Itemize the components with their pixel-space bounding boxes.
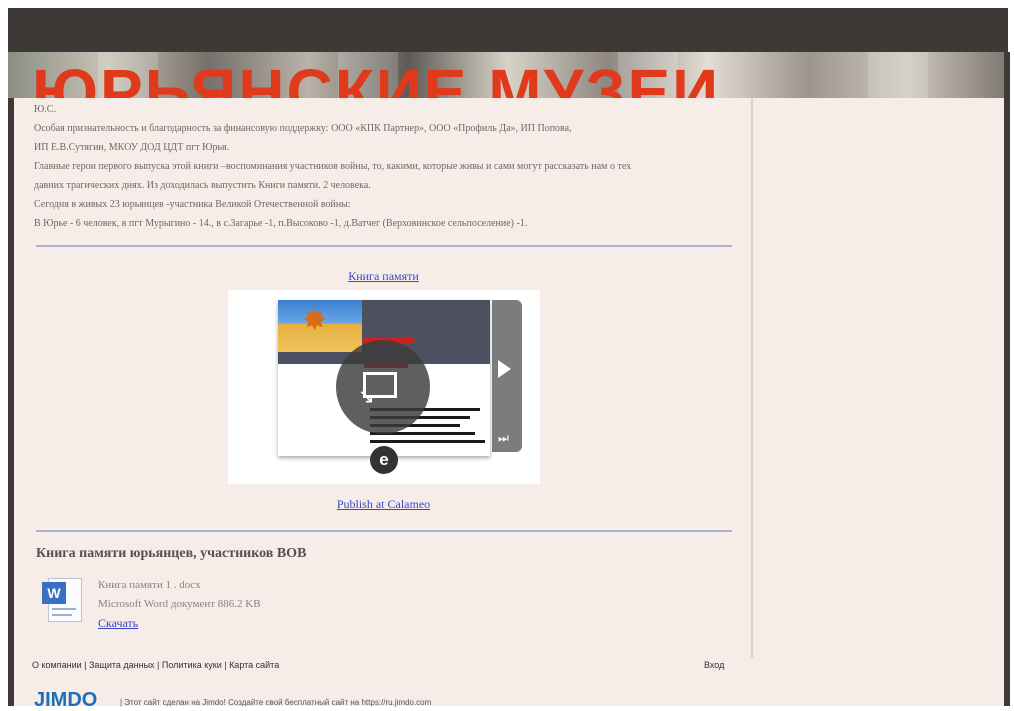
calameo-viewer[interactable]: ✸ ⏭ ↘ e [228, 290, 540, 484]
footer-links[interactable]: О компании | Защита данных | Политика ку… [32, 660, 279, 670]
header-banner: ЮРЬЯНСКИЕ МУЗЕИ [8, 52, 1008, 98]
download-link[interactable]: Скачать [98, 614, 261, 633]
book-link-row: Книга памяти [0, 267, 767, 285]
intro-line: Сегодня в живых 23 юрьянцев -участника В… [34, 199, 351, 210]
file-name: Книга памяти 1 . docx [98, 579, 201, 591]
horizontal-rule [36, 245, 732, 247]
intro-line: Особая признательность и благодарность з… [34, 123, 572, 134]
file-info: Книга памяти 1 . docx Microsoft Word док… [98, 576, 261, 633]
jimdo-logo[interactable]: JIMDO [34, 690, 97, 710]
sidebar-divider [751, 98, 753, 658]
doc-line [52, 608, 76, 610]
horizontal-rule [36, 530, 732, 532]
intro-line: Ю.С. [34, 104, 56, 115]
section-title: Книга памяти юрьянцев, участников ВОВ [36, 546, 307, 561]
word-doc-icon[interactable]: W [42, 578, 82, 626]
calameo-logo-icon[interactable]: e [370, 446, 398, 474]
doc-line [52, 614, 72, 616]
fullscreen-arrow-icon: ↘ [358, 384, 375, 408]
publish-calameo-link[interactable]: Publish at Calameo [337, 497, 430, 511]
order-star-icon: ✸ [302, 304, 328, 337]
skip-end-icon[interactable]: ⏭ [498, 432, 509, 444]
site-title[interactable]: ЮРЬЯНСКИЕ МУЗЕИ [32, 60, 720, 98]
intro-line: давних трагических днях. Из доходилась в… [34, 180, 371, 191]
top-bar [8, 8, 1008, 52]
publish-link-row: Publish at Calameo [0, 495, 767, 513]
right-frame [1004, 52, 1010, 706]
banner-photo-strip [868, 52, 928, 98]
book-memory-link[interactable]: Книга памяти [348, 269, 419, 283]
word-logo: W [42, 582, 66, 604]
play-icon[interactable] [498, 360, 511, 378]
intro-line: ИП Е.В.Сутягин, МКОУ ДОД ЦДТ пгт Юрья. [34, 142, 230, 153]
intro-line: В Юрье - 6 человек, в пгт Мурыгино - 14.… [34, 218, 528, 229]
intro-text: Ю.С. Особая признательность и благодарно… [34, 100, 736, 233]
login-link[interactable]: Вход [704, 660, 724, 670]
cover-text-line [370, 440, 485, 443]
intro-line: Главные герои первого выпуска этой книги… [34, 161, 632, 172]
file-type: Microsoft Word документ 886.2 KB [98, 598, 261, 610]
